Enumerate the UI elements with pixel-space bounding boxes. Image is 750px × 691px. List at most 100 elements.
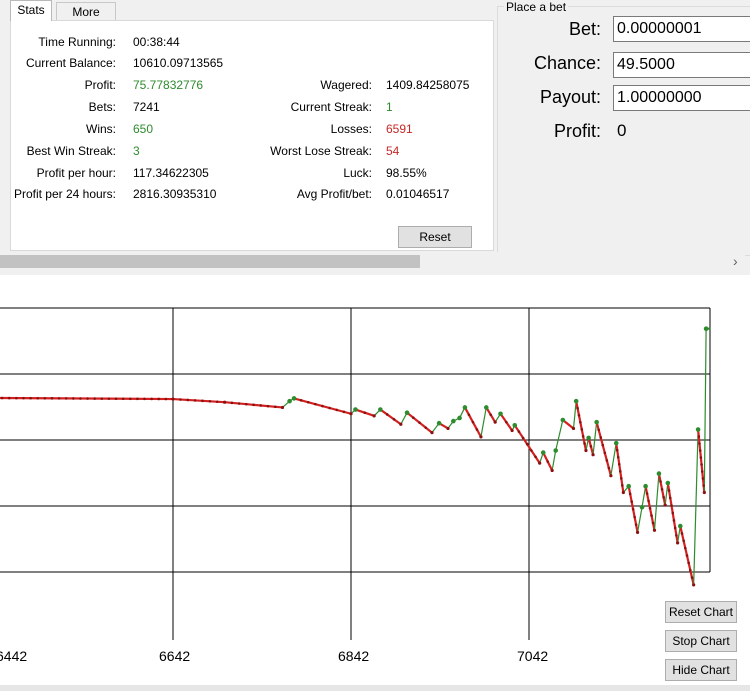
bet-point — [571, 426, 576, 431]
bet-point — [618, 470, 622, 473]
status-strip — [0, 685, 750, 691]
bet-point — [201, 399, 204, 403]
win-point — [287, 398, 292, 404]
bet-point — [179, 398, 182, 401]
x-tick-label: 6842 — [338, 648, 370, 664]
bet-point — [634, 523, 638, 526]
bet-point — [631, 508, 635, 511]
win-point — [586, 435, 591, 441]
tab-stats[interactable]: Stats — [10, 0, 52, 21]
x-tick-label: 6642 — [159, 648, 191, 664]
bet-point — [583, 442, 586, 445]
bet-point — [150, 397, 153, 401]
bet-point — [635, 530, 640, 535]
bet-point — [647, 499, 650, 503]
bet-point — [86, 397, 89, 400]
bet-point — [479, 435, 483, 439]
win-point — [483, 405, 489, 410]
bet-point — [530, 449, 533, 452]
bet-point — [372, 414, 376, 418]
bet-point — [621, 490, 625, 495]
chart-grid — [0, 307, 711, 640]
bet-point — [510, 428, 514, 433]
bet-point — [591, 453, 595, 457]
bet-point — [675, 534, 678, 537]
bet-point — [672, 519, 676, 522]
win-point — [613, 440, 619, 446]
bet-point — [676, 541, 680, 545]
win-segment — [703, 328, 707, 493]
bet-point — [702, 484, 705, 487]
bet-point — [667, 489, 671, 492]
win-point — [573, 398, 579, 404]
bet-point — [581, 435, 585, 438]
bet-point — [280, 405, 285, 410]
bet-point — [601, 443, 605, 447]
bet-point — [603, 451, 607, 455]
bet-point — [685, 554, 689, 557]
bet-point — [412, 416, 415, 419]
bet-point — [50, 397, 54, 400]
win-point — [462, 405, 468, 410]
bet-point — [673, 526, 677, 530]
win-segment — [592, 422, 598, 455]
bet-point — [630, 500, 633, 503]
bet-point — [392, 418, 396, 421]
bet-point — [424, 426, 428, 429]
bet-point — [580, 428, 584, 431]
bet-point — [64, 397, 68, 400]
bet-point — [652, 528, 657, 532]
bet-point — [100, 397, 104, 400]
bet-point — [349, 412, 353, 416]
bet-point — [538, 461, 542, 465]
bet-point — [617, 463, 621, 466]
win-point — [291, 396, 297, 401]
bet-point — [328, 406, 331, 410]
bet-point — [687, 561, 690, 565]
bet-point — [22, 396, 25, 400]
bet-point — [628, 492, 632, 496]
bet-point — [670, 504, 673, 507]
bet-point — [223, 400, 227, 404]
bet-point — [534, 455, 537, 459]
bet-point — [321, 404, 324, 408]
bet-point — [72, 397, 75, 400]
bet-point — [385, 413, 389, 416]
bet-point — [521, 436, 525, 440]
win-point — [553, 448, 558, 453]
bet-point — [259, 404, 263, 407]
bet-point — [659, 480, 662, 483]
bet-point — [576, 406, 579, 410]
win-point — [678, 523, 683, 529]
hide-chart-button[interactable]: Hide Chart — [665, 659, 737, 681]
bet-point — [597, 428, 600, 432]
bet-point — [684, 546, 687, 550]
bet-point — [79, 397, 82, 400]
bet-point — [446, 426, 450, 431]
bet-point — [662, 495, 665, 499]
win-point — [643, 483, 648, 489]
bet-point — [621, 484, 624, 487]
bet-point — [651, 521, 655, 525]
bet-point — [399, 422, 403, 426]
reset-chart-button[interactable]: Reset Chart — [665, 601, 737, 623]
win-point — [594, 419, 599, 425]
bet-point — [701, 477, 705, 480]
win-point — [665, 480, 671, 486]
bet-point — [607, 466, 611, 470]
bet-point — [663, 503, 667, 507]
win-segment — [636, 507, 643, 533]
bet-point — [143, 397, 146, 401]
bet-point — [15, 396, 18, 400]
bet-point — [645, 492, 649, 495]
win-point — [498, 411, 503, 417]
bet-point — [620, 477, 623, 480]
bet-point — [700, 470, 704, 473]
win-point — [404, 410, 410, 416]
bet-point — [57, 397, 61, 400]
win-point — [639, 504, 645, 510]
win-point — [436, 420, 442, 426]
stop-chart-button[interactable]: Stop Chart — [665, 630, 737, 652]
bet-point — [93, 397, 96, 400]
bet-point — [186, 398, 190, 402]
